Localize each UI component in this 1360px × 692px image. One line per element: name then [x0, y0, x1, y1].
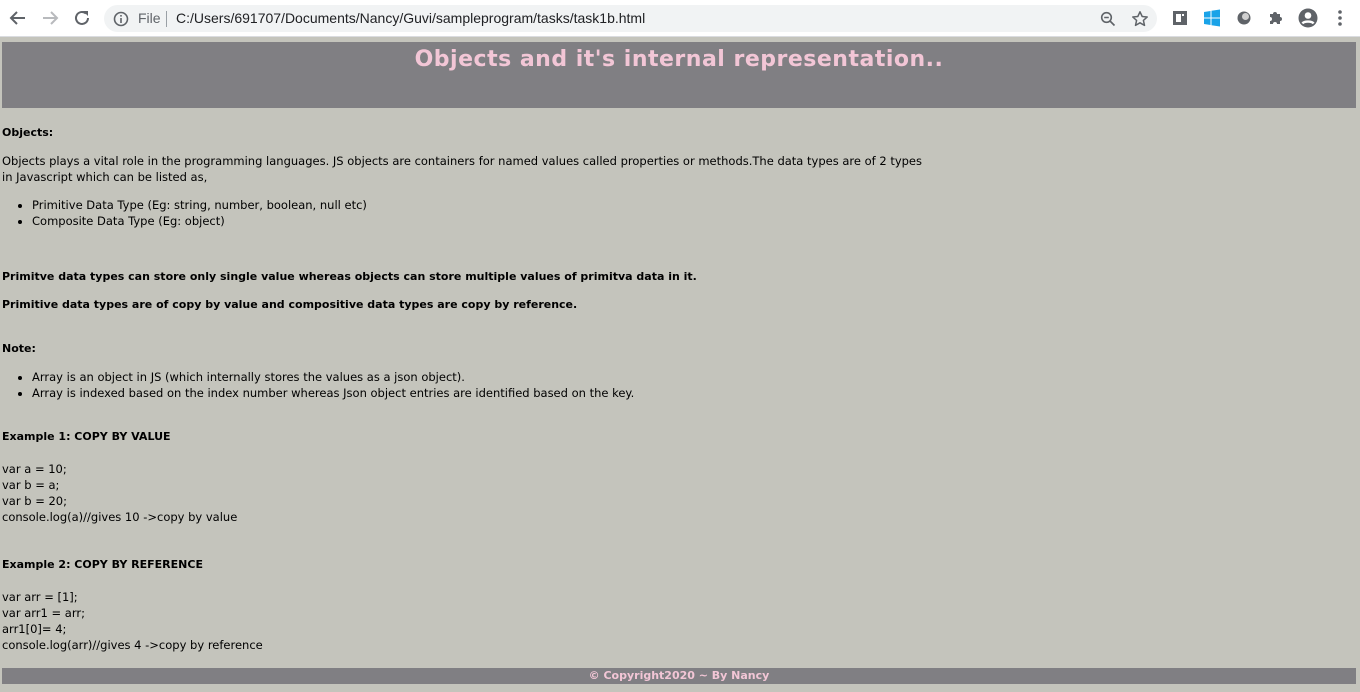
star-icon — [1132, 11, 1148, 27]
notes-list: Array is an object in JS (which internal… — [2, 369, 1002, 401]
address-bar[interactable]: File C:/Users/691707/Documents/Nancy/Guv… — [104, 5, 1157, 32]
list-item: Composite Data Type (Eg: object) — [32, 213, 1002, 229]
copy-statement: Primitive data types are of copy by valu… — [2, 298, 578, 311]
example2-code: var arr = [1]; var arr1 = arr; arr1[0]= … — [2, 589, 1002, 653]
info-icon[interactable] — [112, 10, 130, 28]
page-header: Objects and it's internal representation… — [2, 42, 1356, 108]
intro-line-2: in Javascript which can be listed as, — [2, 170, 208, 184]
reload-button[interactable] — [70, 6, 94, 30]
bookmark-button[interactable] — [1130, 9, 1150, 29]
code-line: var arr = [1]; — [2, 590, 78, 604]
primitive-statement: Primitve data types can store only singl… — [2, 270, 697, 283]
menu-button[interactable] — [1329, 7, 1351, 29]
list-item: Array is indexed based on the index numb… — [32, 385, 1002, 401]
kebab-menu-icon — [1338, 10, 1342, 26]
windows-icon — [1204, 9, 1220, 27]
page-footer: © Copyright2020 ~ By Nancy — [2, 668, 1356, 684]
code-line: var b = 20; — [2, 494, 67, 508]
circle-extension-icon — [1237, 11, 1251, 25]
code-line: arr1[0]= 4; — [2, 622, 67, 636]
profile-button[interactable] — [1297, 7, 1319, 29]
code-line: var arr1 = arr; — [2, 606, 85, 620]
windows-extension-button[interactable] — [1201, 7, 1223, 29]
example1-code: var a = 10; var b = a; var b = 20; conso… — [2, 461, 1002, 525]
objects-heading: Objects: — [2, 126, 54, 139]
profile-icon — [1298, 8, 1318, 28]
file-scheme-label: File — [138, 10, 161, 26]
back-button[interactable] — [6, 6, 30, 30]
example2-heading: Example 2: COPY BY REFERENCE — [2, 558, 203, 571]
reader-icon — [1173, 11, 1187, 25]
list-item: Primitive Data Type (Eg: string, number,… — [32, 197, 1002, 213]
puzzle-icon — [1270, 12, 1282, 24]
arrow-left-icon — [9, 11, 25, 25]
code-line: var a = 10; — [2, 462, 67, 476]
browser-toolbar: File C:/Users/691707/Documents/Nancy/Guv… — [0, 0, 1360, 37]
url-text[interactable]: C:/Users/691707/Documents/Nancy/Guvi/sam… — [176, 10, 645, 26]
code-line: console.log(a)//gives 10 ->copy by value — [2, 510, 238, 524]
page-title: Objects and it's internal representation… — [414, 47, 944, 72]
extensions-button[interactable] — [1265, 7, 1287, 29]
zoom-icon — [1100, 11, 1116, 27]
list-item: Array is an object in JS (which internal… — [32, 369, 1002, 385]
code-line: console.log(arr)//gives 4 ->copy by refe… — [2, 638, 263, 652]
data-types-list: Primitive Data Type (Eg: string, number,… — [2, 197, 1002, 229]
arrow-right-icon — [43, 11, 59, 25]
reader-extension-button[interactable] — [1169, 7, 1191, 29]
example1-heading: Example 1: COPY BY VALUE — [2, 430, 171, 443]
page-content: Objects: Objects plays a vital role in t… — [2, 118, 1002, 653]
intro-line-1: Objects plays a vital role in the progra… — [2, 154, 922, 168]
reload-icon — [75, 10, 89, 25]
note-heading: Note: — [2, 342, 36, 355]
circle-extension-button[interactable] — [1233, 7, 1255, 29]
forward-button[interactable] — [38, 6, 62, 30]
omnibox-divider — [166, 11, 167, 27]
code-line: var b = a; — [2, 478, 60, 492]
zoom-button[interactable] — [1098, 9, 1118, 29]
